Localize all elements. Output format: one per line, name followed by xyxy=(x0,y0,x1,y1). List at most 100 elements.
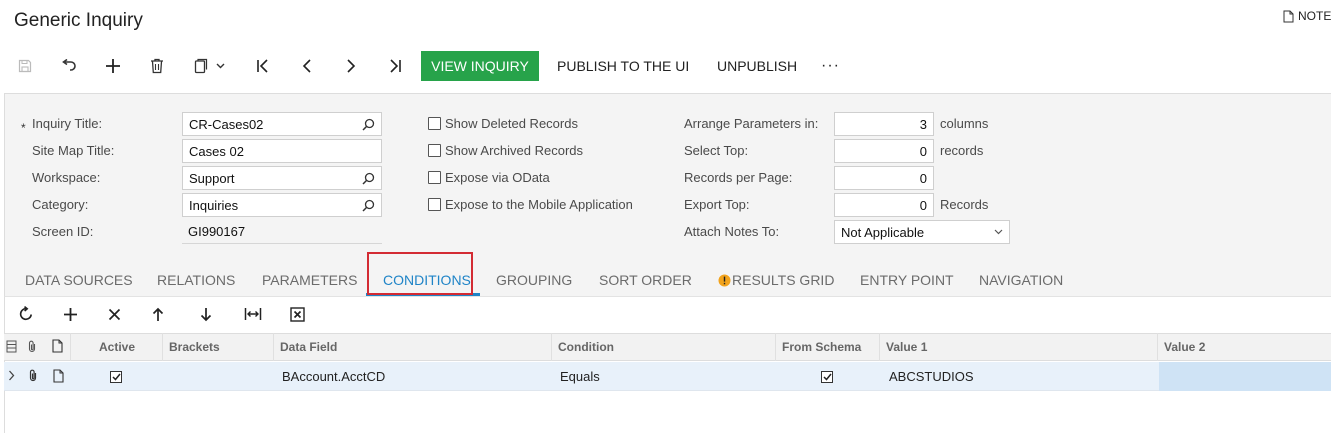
attachment-icon[interactable] xyxy=(28,369,38,382)
search-icon[interactable] xyxy=(362,118,375,131)
attach-notes-select[interactable]: Not Applicable xyxy=(834,220,1010,244)
export-excel-icon[interactable] xyxy=(283,301,311,327)
export-top-field[interactable]: 0 xyxy=(834,193,934,217)
select-top-label: Select Top: xyxy=(684,143,749,158)
show-archived-records-checkbox[interactable]: Show Archived Records xyxy=(428,143,583,158)
delete-row-icon[interactable] xyxy=(100,301,128,327)
check-icon xyxy=(110,370,122,383)
highlight-box xyxy=(367,252,473,295)
value-1-cell[interactable]: ABCSTUDIOS xyxy=(889,362,974,391)
tab-data-sources[interactable]: DATA SOURCES xyxy=(25,266,133,294)
screen-id-label: Screen ID: xyxy=(32,224,94,239)
more-actions-button[interactable]: ··· xyxy=(821,51,840,81)
add-icon[interactable] xyxy=(100,54,126,78)
inquiry-title-field[interactable]: CR-Cases02 xyxy=(182,112,382,136)
last-record-icon[interactable] xyxy=(382,54,408,78)
condition-cell[interactable]: Equals xyxy=(560,362,600,391)
expose-odata-label: Expose via OData xyxy=(445,170,550,185)
workspace-value: Support xyxy=(189,170,235,186)
view-inquiry-button[interactable]: VIEW INQUIRY xyxy=(421,51,539,81)
column-header-active[interactable]: Active xyxy=(70,333,163,361)
checkbox-box[interactable] xyxy=(428,198,441,211)
tab-results-grid-label: RESULTS GRID xyxy=(732,272,835,288)
screen-id-value: GI990167 xyxy=(188,224,246,239)
search-icon[interactable] xyxy=(362,172,375,185)
notes-link[interactable]: NOTE xyxy=(1283,9,1331,23)
table-row[interactable] xyxy=(4,362,1331,391)
category-value: Inquiries xyxy=(189,197,239,213)
arrange-parameters-value: 3 xyxy=(919,116,927,132)
expose-mobile-checkbox[interactable]: Expose to the Mobile Application xyxy=(428,197,633,212)
screen-id-field: GI990167 xyxy=(182,220,382,244)
attach-notes-label: Attach Notes To: xyxy=(684,224,780,239)
chevron-down-icon xyxy=(216,63,225,69)
tab-results-grid[interactable]: RESULTS GRID xyxy=(718,266,834,294)
column-header-condition[interactable]: Condition xyxy=(551,333,777,361)
workspace-label: Workspace: xyxy=(32,170,101,185)
column-header-value-1[interactable]: Value 1 xyxy=(879,333,1159,361)
category-field[interactable]: Inquiries xyxy=(182,193,382,217)
select-top-unit: records xyxy=(940,143,984,158)
first-record-icon[interactable] xyxy=(250,54,276,78)
records-per-page-field[interactable]: 0 xyxy=(834,166,934,190)
workspace-field[interactable]: Support xyxy=(182,166,382,190)
next-record-icon[interactable] xyxy=(338,54,364,78)
chevron-down-icon xyxy=(994,229,1003,235)
move-down-icon[interactable] xyxy=(192,301,220,327)
expose-odata-checkbox[interactable]: Expose via OData xyxy=(428,170,550,185)
arrange-parameters-unit: columns xyxy=(940,116,989,131)
attach-notes-value: Not Applicable xyxy=(841,224,925,240)
row-selector-header-icon[interactable] xyxy=(6,340,17,353)
tab-parameters[interactable]: PARAMETERS xyxy=(262,266,357,294)
delete-icon[interactable] xyxy=(144,54,170,78)
warning-icon xyxy=(718,274,731,287)
row-expand-chevron-icon[interactable] xyxy=(8,370,15,381)
notes-label: NOTE xyxy=(1298,9,1331,23)
column-header-from-schema[interactable]: From Schema xyxy=(775,333,881,361)
column-header-brackets[interactable]: Brackets xyxy=(162,333,275,361)
copy-paste-icon xyxy=(194,58,208,74)
move-up-icon[interactable] xyxy=(144,301,172,327)
copy-paste-menu[interactable] xyxy=(188,54,232,78)
select-top-value: 0 xyxy=(919,143,927,159)
show-deleted-records-checkbox[interactable]: Show Deleted Records xyxy=(428,116,578,131)
site-map-title-field[interactable]: Cases 02 xyxy=(182,139,382,163)
tab-navigation[interactable]: NAVIGATION xyxy=(979,266,1063,294)
tab-grouping[interactable]: GROUPING xyxy=(496,266,572,294)
previous-record-icon[interactable] xyxy=(294,54,320,78)
category-label: Category: xyxy=(32,197,89,212)
checkbox-box[interactable] xyxy=(428,117,441,130)
checkbox-box[interactable] xyxy=(428,171,441,184)
tab-relations[interactable]: RELATIONS xyxy=(157,266,235,294)
undo-icon[interactable] xyxy=(56,54,82,78)
export-top-label: Export Top: xyxy=(684,197,750,212)
required-mark: * xyxy=(21,121,26,135)
inquiry-title-value: CR-Cases02 xyxy=(189,116,264,132)
column-header-value-2[interactable]: Value 2 xyxy=(1157,333,1331,361)
refresh-icon[interactable] xyxy=(12,301,40,327)
publish-to-ui-button[interactable]: PUBLISH TO THE UI xyxy=(557,51,689,81)
arrange-parameters-field[interactable]: 3 xyxy=(834,112,934,136)
from-schema-checkbox[interactable] xyxy=(821,362,833,391)
unpublish-button[interactable]: UNPUBLISH xyxy=(717,51,797,81)
records-per-page-label: Records per Page: xyxy=(684,170,793,185)
checkbox-box[interactable] xyxy=(428,144,441,157)
arrange-parameters-label: Arrange Parameters in: xyxy=(684,116,819,131)
export-top-value: 0 xyxy=(919,197,927,213)
inquiry-title-label: Inquiry Title: xyxy=(32,116,103,131)
select-top-field[interactable]: 0 xyxy=(834,139,934,163)
data-field-cell[interactable]: BAccount.AcctCD xyxy=(282,362,385,391)
note-icon[interactable] xyxy=(53,369,64,383)
tab-entry-point[interactable]: ENTRY POINT xyxy=(860,266,954,294)
add-row-icon[interactable] xyxy=(56,301,84,327)
fit-columns-icon[interactable] xyxy=(239,301,267,327)
value-2-cell[interactable] xyxy=(1159,362,1331,391)
check-icon xyxy=(821,370,833,383)
expose-mobile-label: Expose to the Mobile Application xyxy=(445,197,633,212)
tab-sort-order[interactable]: SORT ORDER xyxy=(599,266,692,294)
site-map-title-label: Site Map Title: xyxy=(32,143,115,158)
save-icon[interactable] xyxy=(12,54,38,78)
active-checkbox[interactable] xyxy=(110,362,122,391)
search-icon[interactable] xyxy=(362,199,375,212)
column-header-data-field[interactable]: Data Field xyxy=(273,333,551,361)
